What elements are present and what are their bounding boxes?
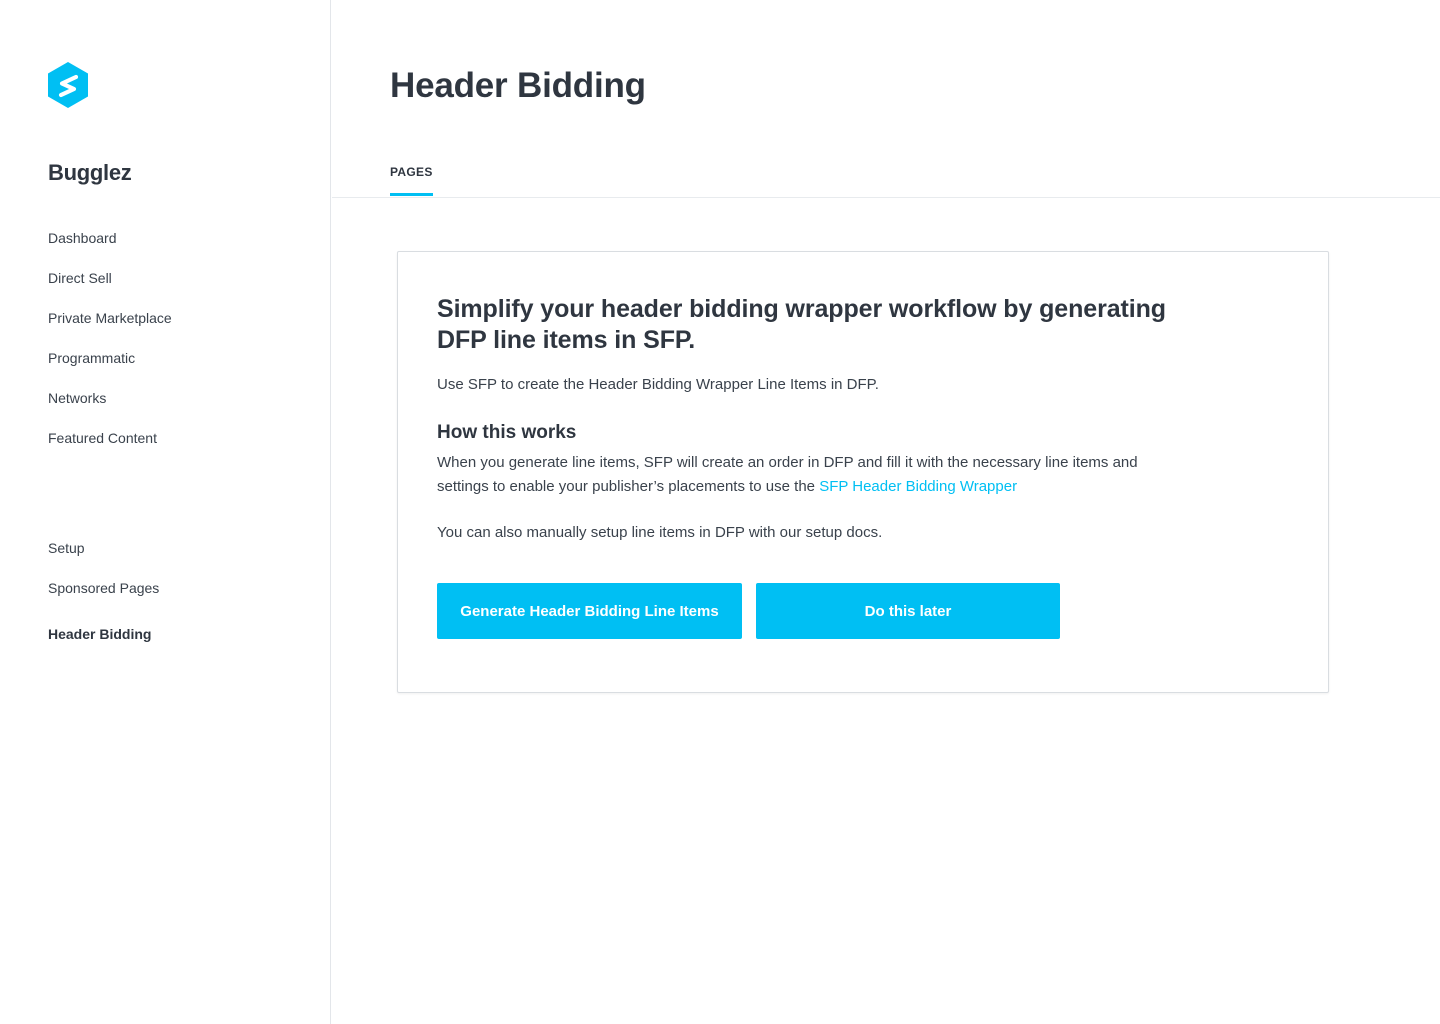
how-it-works-body: When you generate line items, SFP will c…: [437, 454, 1138, 495]
card-heading: Simplify your header bidding wrapper wor…: [437, 295, 1166, 354]
sidebar-item-private-marketplace[interactable]: Private Marketplace: [48, 308, 172, 348]
card-subheading: Use SFP to create the Header Bidding Wra…: [437, 376, 879, 393]
sidebar-item-setup[interactable]: Setup: [48, 538, 159, 578]
tab-bar: PAGES: [332, 160, 1440, 198]
secondary-nav: Setup Sponsored Pages Header Bidding: [48, 538, 159, 664]
manual-setup-text: You can also manually setup line items i…: [437, 524, 883, 541]
brand-name: Bugglez: [48, 160, 132, 185]
sidebar-item-featured-content[interactable]: Featured Content: [48, 428, 172, 468]
do-this-later-button[interactable]: Do this later: [756, 583, 1060, 639]
sfp-logo-icon[interactable]: [48, 62, 88, 108]
generate-line-items-button[interactable]: Generate Header Bidding Line Items: [437, 583, 742, 639]
sidebar-item-dashboard[interactable]: Dashboard: [48, 228, 172, 268]
how-it-works-title: How this works: [437, 422, 577, 443]
header-bidding-wrapper-link[interactable]: SFP Header Bidding Wrapper: [819, 478, 1017, 495]
sidebar-item-programmatic[interactable]: Programmatic: [48, 348, 172, 388]
tab-pages[interactable]: PAGES: [390, 165, 433, 196]
sidebar-item-header-bidding[interactable]: Header Bidding: [48, 624, 159, 664]
page-title: Header Bidding: [390, 66, 646, 105]
card-content: Simplify your header bidding wrapper wor…: [437, 294, 1177, 545]
sidebar-item-direct-sell[interactable]: Direct Sell: [48, 268, 172, 308]
sidebar-item-networks[interactable]: Networks: [48, 388, 172, 428]
primary-nav: Dashboard Direct Sell Private Marketplac…: [48, 228, 172, 468]
sidebar: Bugglez Dashboard Direct Sell Private Ma…: [0, 0, 331, 1024]
main-content: Header Bidding PAGES Simplify your heade…: [332, 0, 1440, 1024]
sidebar-item-sponsored-pages[interactable]: Sponsored Pages: [48, 578, 159, 618]
header-bidding-card: Simplify your header bidding wrapper wor…: [397, 251, 1329, 693]
how-it-works-text: When you generate line items, SFP will c…: [437, 451, 1177, 499]
